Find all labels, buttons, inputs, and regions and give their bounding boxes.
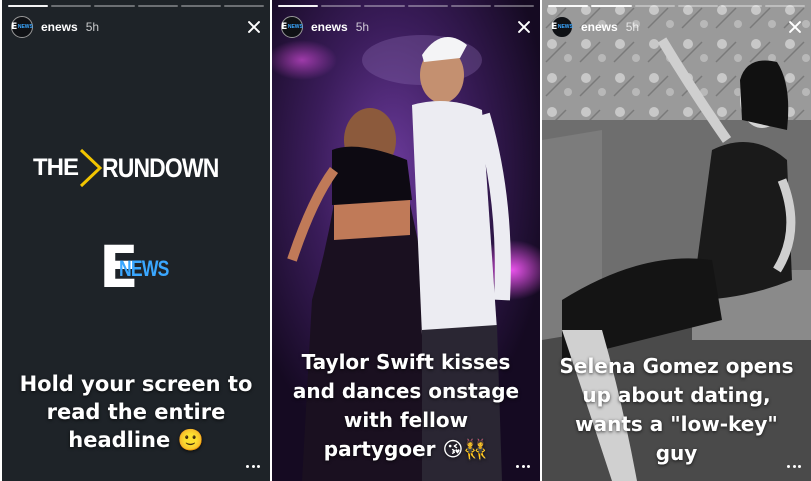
logo-the-text: THE xyxy=(33,154,79,181)
progress-segment xyxy=(407,5,448,7)
caption-line: guy xyxy=(655,441,698,465)
the-rundown-logo: THE RUNDOWN xyxy=(2,148,270,188)
progress-segment xyxy=(721,5,762,7)
story-age: 5h xyxy=(625,20,640,34)
progress-segment xyxy=(223,5,265,7)
story-header: E NEWS enews 5h xyxy=(11,15,261,39)
caption-line: partygoer 😘👯 xyxy=(323,437,489,461)
caption-line: Taylor Swift kisses xyxy=(301,350,511,374)
logo-news-text: NEWS xyxy=(119,256,169,281)
account-name[interactable]: enews xyxy=(41,20,78,34)
avatar[interactable]: E NEWS xyxy=(281,16,303,38)
progress-segment xyxy=(51,5,92,7)
caption-line: headline 🙂 xyxy=(68,428,204,452)
progress-segment xyxy=(8,5,49,7)
progress-segment xyxy=(677,5,719,7)
caption-line: with fellow xyxy=(343,408,469,432)
avatar-sub: NEWS xyxy=(17,24,33,30)
caption-line: Hold your screen to xyxy=(19,372,253,396)
more-options-icon[interactable] xyxy=(787,465,801,469)
progress-segment xyxy=(94,5,135,7)
more-options-icon[interactable] xyxy=(516,465,530,469)
story-caption: Selena Gomez opens up about dating, want… xyxy=(542,352,811,468)
logo-rundown-text: RUNDOWN xyxy=(102,152,219,183)
story-header: E NEWS enews 5h xyxy=(551,15,802,39)
story-header: E NEWS enews 5h xyxy=(281,15,531,39)
enews-logo: E NEWS xyxy=(99,238,179,302)
avatar-letter: E xyxy=(11,22,17,32)
story-panel-selena-gomez[interactable]: E NEWS enews 5h Selena Gomez opens up abo… xyxy=(542,0,811,481)
close-icon[interactable] xyxy=(788,20,802,34)
progress-segment xyxy=(137,5,178,7)
caption-line: and dances onstage xyxy=(292,379,520,403)
progress-segment xyxy=(764,5,805,7)
progress-segment xyxy=(493,5,535,7)
caption-line: Selena Gomez opens xyxy=(559,354,794,378)
story-progress-bar xyxy=(8,5,265,7)
caption-line: up about dating, xyxy=(582,383,771,407)
chevron-right-icon xyxy=(79,148,103,188)
caption-line: read the entire xyxy=(46,400,226,424)
close-icon[interactable] xyxy=(247,20,261,34)
story-progress-bar xyxy=(278,5,535,7)
avatar[interactable]: E NEWS xyxy=(551,16,573,38)
account-name[interactable]: enews xyxy=(311,20,348,34)
story-age: 5h xyxy=(355,20,370,34)
progress-segment xyxy=(634,5,675,7)
progress-segment xyxy=(321,5,362,7)
avatar-sub: NEWS xyxy=(287,24,303,30)
avatar[interactable]: E NEWS xyxy=(11,16,33,38)
story-age: 5h xyxy=(85,20,100,34)
story-panel-taylor-swift[interactable]: E NEWS enews 5h Taylor Swift kisses and d… xyxy=(272,0,540,481)
story-caption: Taylor Swift kisses and dances onstage w… xyxy=(272,348,540,464)
caption-line: wants a "low-key" xyxy=(575,412,778,436)
story-caption: Hold your screen to read the entire head… xyxy=(2,370,270,454)
progress-segment xyxy=(591,5,632,7)
progress-segment xyxy=(450,5,491,7)
account-name[interactable]: enews xyxy=(581,20,618,34)
story-panel-rundown[interactable]: E NEWS enews 5h THE RUNDOWN E NEWS Hold y… xyxy=(2,0,270,481)
more-options-icon[interactable] xyxy=(246,465,260,469)
avatar-letter: E xyxy=(551,22,557,32)
avatar-letter: E xyxy=(281,22,287,32)
progress-segment xyxy=(548,5,589,7)
avatar-sub: NEWS xyxy=(557,24,573,30)
close-icon[interactable] xyxy=(517,20,531,34)
progress-segment xyxy=(180,5,221,7)
story-progress-bar xyxy=(548,5,805,7)
progress-segment xyxy=(278,5,319,7)
progress-segment xyxy=(364,5,405,7)
